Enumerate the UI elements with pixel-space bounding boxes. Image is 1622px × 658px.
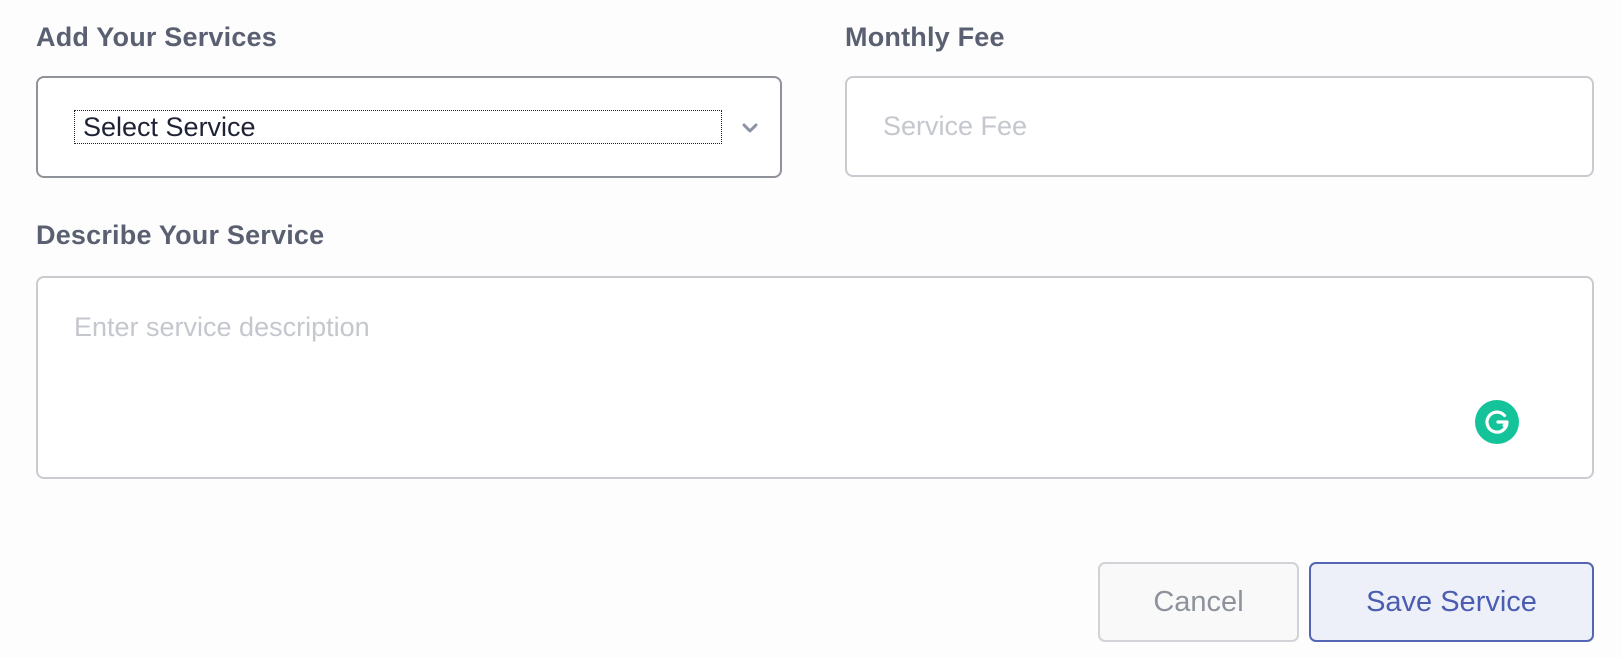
monthly-fee-label: Monthly Fee bbox=[845, 22, 1005, 52]
chevron-down-icon bbox=[742, 123, 758, 133]
describe-service-label: Describe Your Service bbox=[36, 220, 325, 250]
save-service-button[interactable]: Save Service bbox=[1309, 562, 1594, 642]
add-services-label: Add Your Services bbox=[36, 22, 277, 52]
grammarly-icon[interactable] bbox=[1475, 400, 1519, 444]
service-select[interactable]: Select Service bbox=[36, 76, 782, 178]
cancel-button[interactable]: Cancel bbox=[1098, 562, 1299, 642]
service-description-field bbox=[36, 276, 1594, 479]
service-fee-input[interactable] bbox=[845, 76, 1594, 177]
service-description-input[interactable] bbox=[38, 278, 1592, 477]
service-select-value: Select Service bbox=[74, 110, 722, 144]
